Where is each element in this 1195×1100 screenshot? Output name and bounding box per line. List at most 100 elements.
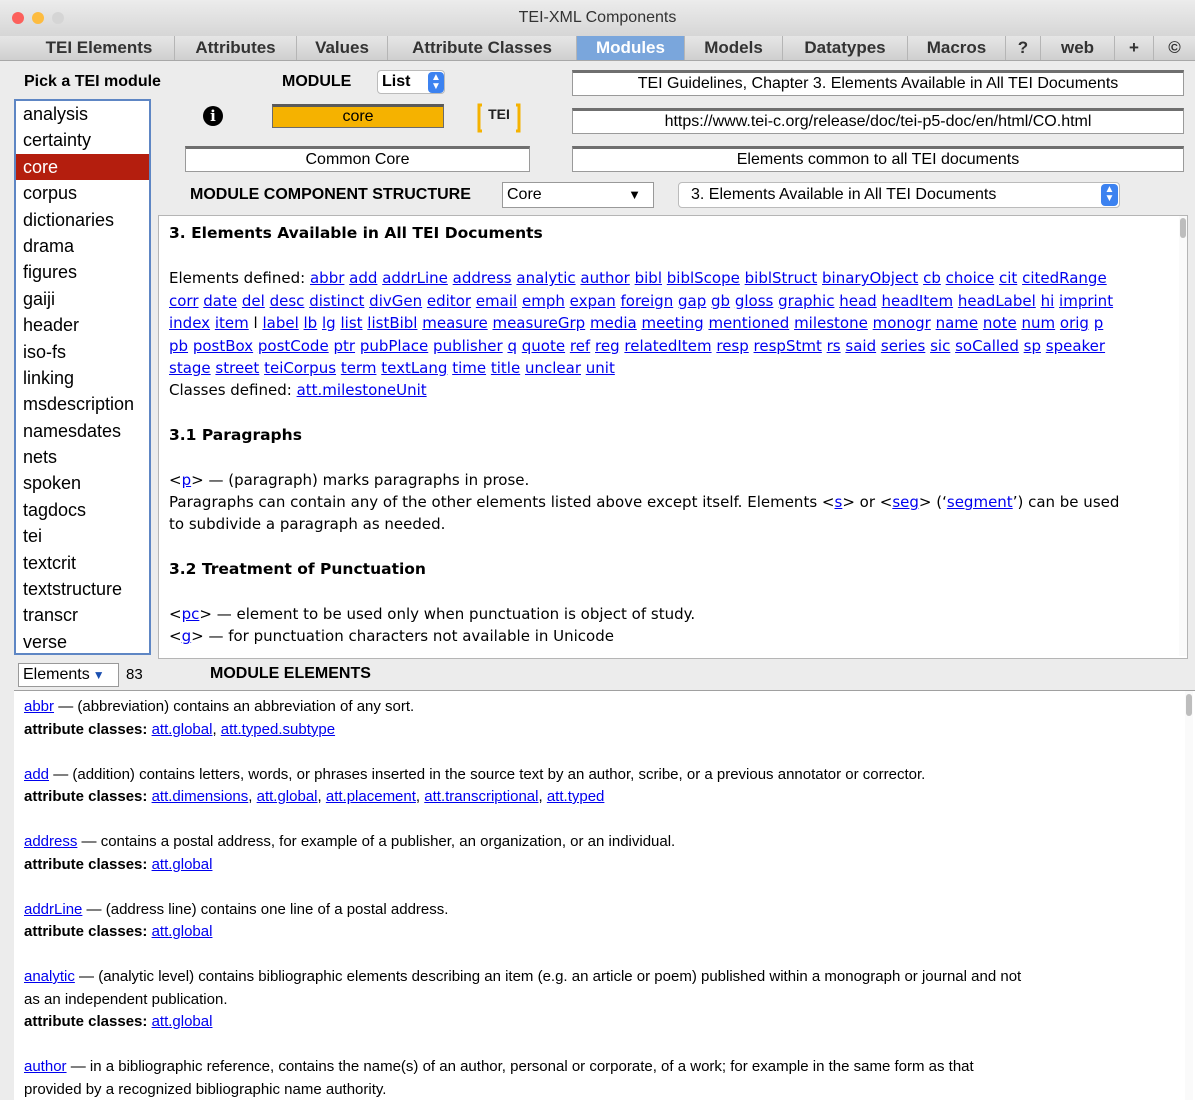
element-link-email[interactable]: email xyxy=(476,292,517,310)
attribute-class-link-att-global[interactable]: att.global xyxy=(152,1013,213,1030)
element-link-emph[interactable]: emph xyxy=(522,292,565,310)
tab-macros[interactable]: Macros xyxy=(907,36,1005,60)
view-select-stepper-icon[interactable]: ▲▼ xyxy=(428,72,444,93)
element-link-teicorpus[interactable]: teiCorpus xyxy=(264,359,336,377)
element-link-unit[interactable]: unit xyxy=(586,359,615,377)
element-link-textlang[interactable]: textLang xyxy=(381,359,447,377)
element-link-gloss[interactable]: gloss xyxy=(735,292,774,310)
info-icon[interactable]: i xyxy=(203,106,223,126)
element-link-sp[interactable]: sp xyxy=(1024,337,1041,355)
element-link-cit[interactable]: cit xyxy=(999,269,1017,287)
element-link-cb[interactable]: cb xyxy=(923,269,941,287)
element-link-listbibl[interactable]: listBibl xyxy=(367,314,417,332)
attribute-class-link-att-global[interactable]: att.global xyxy=(257,788,318,805)
module-item-dictionaries[interactable]: dictionaries xyxy=(16,207,149,233)
element-link-said[interactable]: said xyxy=(845,337,876,355)
element-link-gap[interactable]: gap xyxy=(678,292,706,310)
element-link-add[interactable]: add xyxy=(349,269,377,287)
element-link-biblscope[interactable]: biblScope xyxy=(667,269,740,287)
doc-scrollbar-thumb[interactable] xyxy=(1180,218,1186,238)
element-link-socalled[interactable]: soCalled xyxy=(955,337,1019,355)
attribute-class-link-att-global[interactable]: att.global xyxy=(152,856,213,873)
element-link-author[interactable]: author xyxy=(580,269,629,287)
element-name-link-author[interactable]: author xyxy=(24,1058,67,1075)
attribute-class-link-att-transcriptional[interactable]: att.transcriptional xyxy=(424,788,538,805)
element-link-addrline[interactable]: addrLine xyxy=(382,269,448,287)
element-link-orig[interactable]: orig xyxy=(1060,314,1089,332)
element-link-biblstruct[interactable]: biblStruct xyxy=(745,269,818,287)
element-link-del[interactable]: del xyxy=(242,292,265,310)
module-item-core[interactable]: core xyxy=(16,154,149,180)
elements-scrollbar-thumb[interactable] xyxy=(1186,694,1192,716)
element-link-bibl[interactable]: bibl xyxy=(635,269,662,287)
section-select[interactable]: 3. Elements Available in All TEI Documen… xyxy=(678,182,1120,208)
element-link-pb[interactable]: pb xyxy=(169,337,188,355)
module-list[interactable]: analysiscertaintycorecorpusdictionariesd… xyxy=(14,99,151,655)
element-link-imprint[interactable]: imprint xyxy=(1059,292,1113,310)
tab-attribute-classes[interactable]: Attribute Classes xyxy=(387,36,576,60)
element-link-street[interactable]: street xyxy=(215,359,259,377)
chapter-url-field[interactable]: https://www.tei-c.org/release/doc/tei-p5… xyxy=(572,108,1184,134)
module-item-nets[interactable]: nets xyxy=(16,444,149,470)
tab-values[interactable]: Values xyxy=(296,36,387,60)
element-link-measure[interactable]: measure xyxy=(422,314,487,332)
module-item-linking[interactable]: linking xyxy=(16,365,149,391)
element-link-name[interactable]: name xyxy=(936,314,979,332)
element-link-gb[interactable]: gb xyxy=(711,292,730,310)
element-name-link-abbr[interactable]: abbr xyxy=(24,698,54,715)
module-item-verse[interactable]: verse xyxy=(16,629,149,655)
element-link-address[interactable]: address xyxy=(453,269,512,287)
section-select-stepper-icon[interactable]: ▲▼ xyxy=(1101,184,1118,206)
element-link-speaker[interactable]: speaker xyxy=(1046,337,1105,355)
module-item-analysis[interactable]: analysis xyxy=(16,101,149,127)
element-link-foreign[interactable]: foreign xyxy=(620,292,673,310)
element-link-expan[interactable]: expan xyxy=(570,292,616,310)
element-link-sic[interactable]: sic xyxy=(930,337,950,355)
element-link-citedrange[interactable]: citedRange xyxy=(1022,269,1107,287)
module-item-gaiji[interactable]: gaiji xyxy=(16,286,149,312)
tab-models[interactable]: Models xyxy=(684,36,782,60)
element-link-divgen[interactable]: divGen xyxy=(369,292,422,310)
module-item-certainty[interactable]: certainty xyxy=(16,127,149,153)
element-link-graphic[interactable]: graphic xyxy=(778,292,834,310)
element-link-postbox[interactable]: postBox xyxy=(193,337,253,355)
element-link-head[interactable]: head xyxy=(839,292,876,310)
module-elements-pane[interactable]: abbr — (abbreviation) contains an abbrev… xyxy=(14,690,1195,1100)
element-link-corr[interactable]: corr xyxy=(169,292,199,310)
module-item-tei[interactable]: tei xyxy=(16,523,149,549)
tab-datatypes[interactable]: Datatypes xyxy=(782,36,907,60)
element-link-milestone[interactable]: milestone xyxy=(794,314,868,332)
element-link-measuregrp[interactable]: measureGrp xyxy=(492,314,585,332)
module-item-iso-fs[interactable]: iso-fs xyxy=(16,339,149,365)
element-link-analytic[interactable]: analytic xyxy=(516,269,575,287)
tab-attributes[interactable]: Attributes xyxy=(174,36,296,60)
module-item-figures[interactable]: figures xyxy=(16,259,149,285)
element-link-binaryobject[interactable]: binaryObject xyxy=(822,269,918,287)
attribute-class-link-att-placement[interactable]: att.placement xyxy=(326,788,416,805)
element-name-link-analytic[interactable]: analytic xyxy=(24,968,75,985)
module-item-textstructure[interactable]: textstructure xyxy=(16,576,149,602)
element-link-resp[interactable]: resp xyxy=(716,337,748,355)
element-name-link-address[interactable]: address xyxy=(24,833,77,850)
attribute-class-link-att-typed-subtype[interactable]: att.typed.subtype xyxy=(221,721,335,738)
element-link-title[interactable]: title xyxy=(491,359,520,377)
module-item-spoken[interactable]: spoken xyxy=(16,470,149,496)
module-item-transcr[interactable]: transcr xyxy=(16,602,149,628)
element-link-series[interactable]: series xyxy=(881,337,925,355)
elements-select[interactable]: Elements▼ xyxy=(18,663,119,687)
element-link-hi[interactable]: hi xyxy=(1041,292,1055,310)
element-link-editor[interactable]: editor xyxy=(427,292,471,310)
module-item-header[interactable]: header xyxy=(16,312,149,338)
element-link-index[interactable]: index xyxy=(169,314,210,332)
element-link-headitem[interactable]: headItem xyxy=(881,292,953,310)
element-name-link-addrline[interactable]: addrLine xyxy=(24,901,82,918)
element-link-lg[interactable]: lg xyxy=(322,314,336,332)
attribute-class-link-att-global[interactable]: att.global xyxy=(152,923,213,940)
element-link-headlabel[interactable]: headLabel xyxy=(958,292,1036,310)
tab-item-10[interactable]: + xyxy=(1114,36,1153,60)
element-link-respstmt[interactable]: respStmt xyxy=(754,337,822,355)
element-link-ref[interactable]: ref xyxy=(570,337,590,355)
doc-scrollbar[interactable] xyxy=(1179,216,1187,656)
element-link-relateditem[interactable]: relatedItem xyxy=(624,337,711,355)
element-link-quote[interactable]: quote xyxy=(522,337,565,355)
